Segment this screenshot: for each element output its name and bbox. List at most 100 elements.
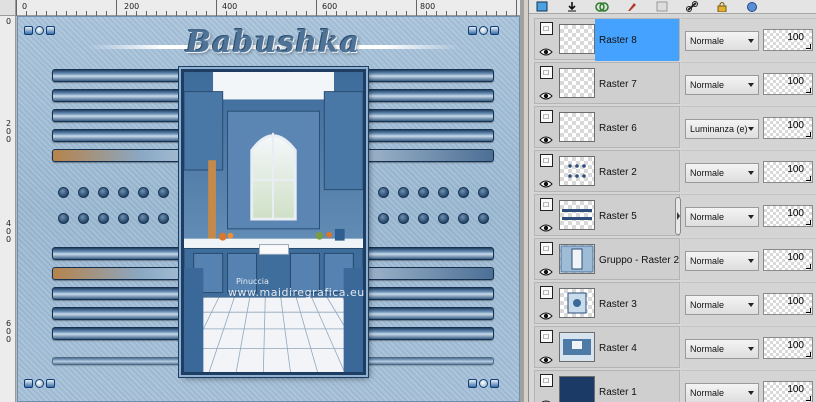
layer-row[interactable]: □ Raster 1 Normale 100 (529, 368, 816, 402)
link-group-icon[interactable] (595, 1, 609, 13)
layer-thumbnail[interactable] (559, 244, 595, 274)
layer-thumbnail[interactable] (559, 112, 595, 142)
layer-type-icon[interactable]: □ (539, 22, 553, 35)
decorative-dot (158, 213, 169, 224)
opacity-field[interactable]: 100 (763, 117, 813, 139)
paint-icon[interactable] (625, 1, 639, 13)
layer-name-box[interactable]: Raster 3 (595, 283, 679, 325)
layer-row[interactable]: □ Raster 5 Normale 100 (529, 192, 816, 236)
eye-icon[interactable] (539, 222, 553, 234)
new-layer-icon[interactable] (535, 1, 549, 13)
layer-thumbnail[interactable] (559, 24, 595, 54)
layer-row[interactable]: □ Raster 6 Luminanza (e) 100 (529, 104, 816, 148)
layer-name-box[interactable]: Raster 7 (595, 63, 679, 105)
layer-thumbnail[interactable] (559, 68, 595, 98)
eye-icon[interactable] (539, 46, 553, 58)
eye-icon[interactable] (539, 178, 553, 190)
layer-type-icon[interactable]: □ (539, 286, 553, 299)
layer-type-icon[interactable]: □ (539, 198, 553, 211)
layer-name-box[interactable]: Gruppo - Raster 2 (595, 239, 679, 281)
eye-icon[interactable] (539, 134, 553, 146)
canvas-area[interactable]: 0 200 400 600 800 0 2 0 0 4 0 0 6 0 0 Ba… (0, 0, 524, 402)
layer-item[interactable]: □ Raster 6 (534, 106, 680, 148)
blend-mode-value: Normale (690, 36, 725, 46)
layer-thumbnail[interactable] (559, 156, 595, 186)
layer-name-box[interactable]: Raster 4 (595, 327, 679, 369)
layer-thumbnail[interactable] (559, 376, 595, 402)
layer-item[interactable]: □ Raster 5 (534, 194, 680, 236)
opacity-value: 100 (787, 340, 804, 351)
opacity-field[interactable]: 100 (763, 29, 813, 51)
blend-mode-dropdown[interactable]: Normale (685, 295, 759, 315)
panel-splitter-handle[interactable] (675, 197, 681, 235)
layer-row[interactable]: □ Raster 8 Normale 100 (529, 16, 816, 61)
layer-controls: □ (538, 110, 554, 146)
layer-row[interactable]: □ Gruppo - Raster 2 Normale 100 (529, 236, 816, 280)
layer-item[interactable]: □ Raster 4 (534, 326, 680, 368)
eye-icon[interactable] (539, 266, 553, 278)
eye-icon[interactable] (539, 398, 553, 402)
decorative-dot (398, 213, 409, 224)
layer-row[interactable]: □ Raster 4 Normale 100 (529, 324, 816, 368)
chain-link-icon[interactable] (685, 1, 699, 13)
blend-mode-dropdown[interactable]: Normale (685, 383, 759, 402)
eye-icon[interactable] (539, 90, 553, 102)
layer-type-icon[interactable]: □ (539, 154, 553, 167)
layer-name-box[interactable]: Raster 2 (595, 151, 679, 193)
decorative-dot (418, 213, 429, 224)
layer-item[interactable]: □ Raster 8 (534, 18, 680, 61)
layer-item[interactable]: □ Raster 2 (534, 150, 680, 192)
layer-type-icon[interactable]: □ (539, 330, 553, 343)
mask-icon[interactable] (655, 1, 669, 13)
resize-corner-icon (806, 396, 811, 401)
layer-properties: Normale 100 (681, 62, 816, 104)
ball-icon[interactable] (745, 1, 759, 13)
layer-type-icon[interactable]: □ (539, 66, 553, 79)
canvas-scrollbar[interactable] (520, 0, 524, 402)
opacity-field[interactable]: 100 (763, 337, 813, 359)
layer-item[interactable]: □ Raster 1 (534, 370, 680, 402)
blend-mode-dropdown[interactable]: Normale (685, 163, 759, 183)
blend-mode-dropdown[interactable]: Luminanza (e) (685, 119, 759, 139)
opacity-field[interactable]: 100 (763, 161, 813, 183)
opacity-field[interactable]: 100 (763, 73, 813, 95)
blend-mode-dropdown[interactable]: Normale (685, 339, 759, 359)
layer-type-icon[interactable]: □ (539, 242, 553, 255)
layer-row[interactable]: □ Raster 2 Normale 100 (529, 148, 816, 192)
layer-item[interactable]: □ Gruppo - Raster 2 (534, 238, 680, 280)
layer-properties: Normale 100 (681, 370, 816, 402)
ruler-top-label: 400 (222, 2, 238, 11)
opacity-field[interactable]: 100 (763, 381, 813, 402)
opacity-field[interactable]: 100 (763, 249, 813, 271)
layer-row[interactable]: □ Raster 3 Normale 100 (529, 280, 816, 324)
layer-item[interactable]: □ Raster 7 (534, 62, 680, 104)
layer-thumbnail[interactable] (559, 332, 595, 362)
layer-name-box[interactable]: Raster 8 (595, 19, 679, 61)
lock-icon[interactable] (715, 1, 729, 13)
layer-name-box[interactable]: Raster 1 (595, 371, 679, 402)
blend-mode-dropdown[interactable]: Normale (685, 75, 759, 95)
layer-properties: Normale 100 (681, 194, 816, 236)
layer-thumbnail[interactable] (559, 288, 595, 318)
eye-icon[interactable] (539, 354, 553, 366)
opacity-field[interactable]: 100 (763, 293, 813, 315)
watermark: Pinuccia www.maidiregrafica.eu (228, 277, 365, 299)
layer-thumbnail[interactable] (559, 200, 595, 230)
layer-type-icon[interactable]: □ (539, 374, 553, 387)
corner-ornament-bottom-right (468, 378, 502, 388)
layer-name-box[interactable]: Raster 6 (595, 107, 679, 149)
blend-mode-dropdown[interactable]: Normale (685, 31, 759, 51)
opacity-field[interactable]: 100 (763, 205, 813, 227)
layer-item[interactable]: □ Raster 3 (534, 282, 680, 324)
merge-down-icon[interactable] (565, 1, 579, 13)
decorative-dot (98, 213, 109, 224)
blend-mode-dropdown[interactable]: Normale (685, 207, 759, 227)
layer-name-box[interactable]: Raster 5 (595, 195, 679, 237)
layer-type-icon[interactable]: □ (539, 110, 553, 123)
blend-mode-dropdown[interactable]: Normale (685, 251, 759, 271)
resize-corner-icon (806, 88, 811, 93)
artwork-canvas[interactable]: Babushka Pinuccia www.maidiregrafica.eu (17, 16, 520, 402)
layer-properties: Normale 100 (681, 150, 816, 192)
layer-row[interactable]: □ Raster 7 Normale 100 (529, 60, 816, 104)
eye-icon[interactable] (539, 310, 553, 322)
